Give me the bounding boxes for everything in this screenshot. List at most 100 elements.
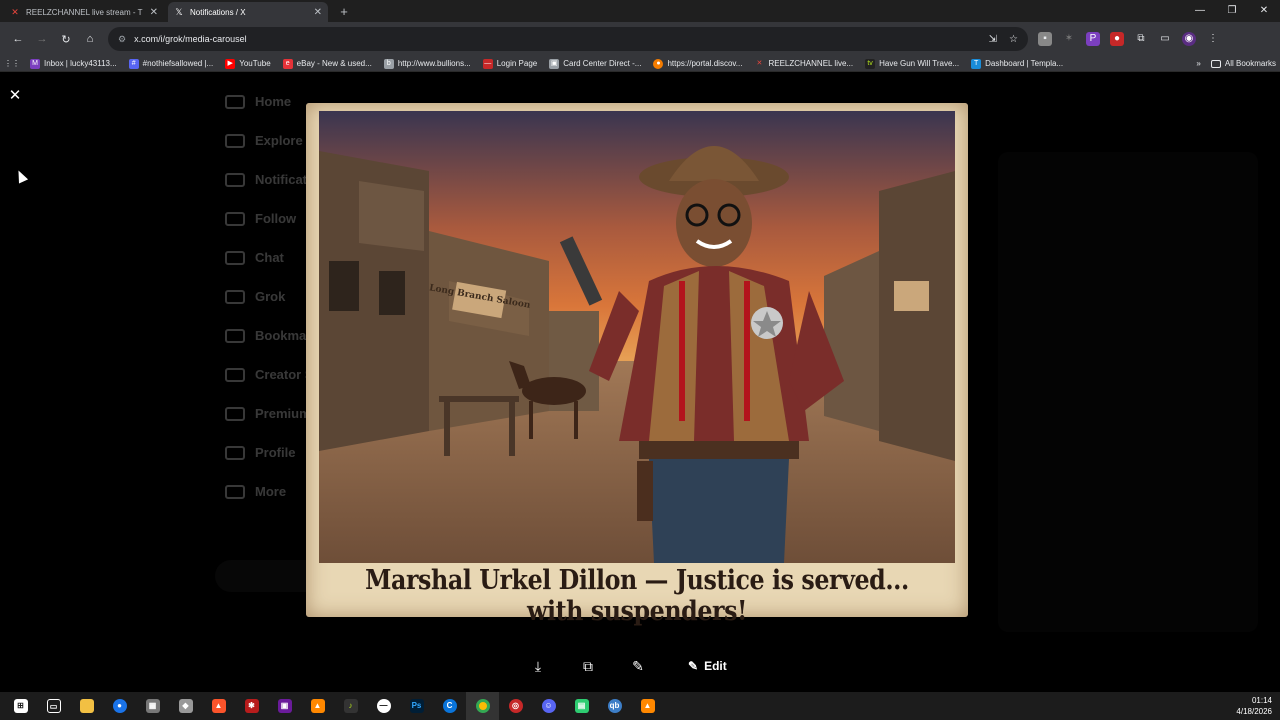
- app-icon[interactable]: ●: [103, 692, 136, 720]
- back-icon[interactable]: ←: [6, 33, 30, 45]
- folder-icon: [1210, 59, 1221, 68]
- bookmark-item[interactable]: e eBay - New & used...: [282, 58, 372, 69]
- vlc-icon[interactable]: ▲: [301, 692, 334, 720]
- bookmark-item[interactable]: — Login Page: [482, 58, 537, 69]
- discover-icon: ●: [653, 58, 664, 69]
- browser-toolbar: ← → ↻ ⌂ ⚙ x.com/i/grok/media-carousel ⇲ …: [0, 22, 1280, 56]
- tv-icon: tv: [865, 58, 876, 69]
- address-text: x.com/i/grok/media-carousel: [134, 34, 247, 44]
- page-viewport: Home Explore Notifications Follow Chat G…: [0, 72, 1280, 692]
- bookmark-label: #nothiefsallowed |...: [142, 59, 214, 68]
- brave-icon[interactable]: ▲: [202, 692, 235, 720]
- extension-icon[interactable]: P: [1086, 32, 1100, 46]
- app-icon[interactable]: ▤: [565, 692, 598, 720]
- bookmark-item[interactable]: b http://www.bullions...: [383, 58, 471, 69]
- home-icon[interactable]: ⌂: [78, 33, 102, 45]
- extension-icon[interactable]: ●: [1110, 32, 1124, 46]
- x-logo-icon: [225, 406, 245, 421]
- file-explorer-icon[interactable]: [70, 692, 103, 720]
- apps-grid-icon[interactable]: ⋮⋮: [4, 59, 20, 68]
- app-icon[interactable]: —: [367, 692, 400, 720]
- bookmark-label: All Bookmarks: [1224, 59, 1276, 68]
- reelz-icon: ✕: [756, 59, 763, 67]
- x-logo-icon: 𝕏: [175, 7, 183, 17]
- app-icon[interactable]: ◎: [499, 692, 532, 720]
- edit-button[interactable]: ✎ Edit: [688, 659, 727, 673]
- tab-notifications[interactable]: 𝕏 Notifications / X ✕: [168, 2, 328, 22]
- photoshop-icon[interactable]: Ps: [400, 692, 433, 720]
- maximize-icon[interactable]: ❐: [1216, 0, 1248, 22]
- gmail-icon: M: [30, 58, 40, 69]
- forward-icon[interactable]: →: [30, 33, 54, 45]
- shield-icon[interactable]: ◆: [169, 692, 202, 720]
- bookmark-label: https://portal.discov...: [667, 59, 743, 68]
- bookmark-item[interactable]: ● https://portal.discov...: [653, 58, 743, 69]
- extension-icon[interactable]: ✶: [1062, 32, 1076, 46]
- chrome-icon[interactable]: [466, 692, 499, 720]
- all-bookmarks[interactable]: All Bookmarks: [1210, 59, 1276, 68]
- copy-image-icon[interactable]: ⧉: [578, 656, 598, 676]
- creator-icon: [225, 367, 245, 382]
- magic-edit-icon[interactable]: ✎: [628, 656, 648, 676]
- cowboy-scene-illustration: Long Branch Saloon: [319, 111, 955, 563]
- app-icon[interactable]: ✱: [235, 692, 268, 720]
- app-icon[interactable]: C: [433, 692, 466, 720]
- login-icon: —: [482, 58, 493, 69]
- minimize-icon[interactable]: —: [1184, 0, 1216, 22]
- bookmark-label: REELZCHANNEL live...: [768, 59, 854, 68]
- reload-icon[interactable]: ↻: [54, 33, 78, 46]
- profile-avatar-icon[interactable]: ◉: [1182, 32, 1196, 46]
- app-icon[interactable]: ♪: [334, 692, 367, 720]
- system-clock[interactable]: 01:14 4/18/2026: [1236, 695, 1272, 717]
- clock-time: 01:14: [1251, 696, 1272, 705]
- bookmark-item[interactable]: tv Have Gun Will Trave...: [865, 58, 960, 69]
- install-app-icon[interactable]: ⇲: [989, 34, 997, 45]
- vlc-icon[interactable]: ▲: [631, 692, 664, 720]
- extension-icon[interactable]: ▪: [1038, 32, 1052, 46]
- chevron-right-icon[interactable]: »: [1196, 59, 1200, 68]
- background-grok-panel: [998, 152, 1258, 632]
- windows-start-icon[interactable]: ⊞: [4, 692, 37, 720]
- side-panel-icon[interactable]: ▭: [1158, 32, 1172, 46]
- extensions-area: ▪ ✶ P ● ⧉ ▭ ◉ ⋮: [1038, 32, 1220, 46]
- menu-kebab-icon[interactable]: ⋮: [1206, 32, 1220, 46]
- tab-title: REELZCHANNEL live stream - T: [26, 7, 143, 17]
- bookmark-item[interactable]: ✕ REELZCHANNEL live...: [754, 59, 854, 69]
- chat-icon: [225, 250, 245, 265]
- task-view-icon[interactable]: ▭: [37, 692, 70, 720]
- new-tab-button[interactable]: +: [334, 2, 354, 22]
- bookmark-item[interactable]: ▶ YouTube: [225, 58, 271, 69]
- pencil-icon: ✎: [688, 659, 699, 673]
- extensions-puzzle-icon[interactable]: ⧉: [1134, 32, 1148, 46]
- discord-icon[interactable]: ☺: [532, 692, 565, 720]
- bookmark-item[interactable]: # #nothiefsallowed |...: [128, 58, 214, 69]
- generated-image-photo: Long Branch Saloon: [319, 111, 955, 563]
- bookmarks-bar: ⋮⋮ M Inbox | lucky43113... # #nothiefsallo…: [0, 56, 1280, 72]
- qbittorrent-icon[interactable]: qb: [598, 692, 631, 720]
- search-icon: [225, 133, 245, 148]
- app-icon[interactable]: ▣: [268, 692, 301, 720]
- tab-reelzchannel[interactable]: ✕ REELZCHANNEL live stream - T ✕: [4, 2, 164, 22]
- bookmark-item[interactable]: T Dashboard | Templa...: [971, 58, 1063, 69]
- calculator-icon[interactable]: ▦: [136, 692, 169, 720]
- clock-date: 4/18/2026: [1236, 707, 1272, 716]
- more-icon: [225, 484, 245, 499]
- bookmark-label: Have Gun Will Trave...: [879, 59, 960, 68]
- card-icon: ▣: [549, 58, 560, 69]
- download-icon[interactable]: ⤓: [528, 656, 548, 676]
- bookmark-star-icon[interactable]: ☆: [1009, 34, 1018, 45]
- bookmark-label: YouTube: [239, 59, 271, 68]
- close-tab-icon[interactable]: ✕: [150, 7, 158, 18]
- address-bar[interactable]: ⚙ x.com/i/grok/media-carousel ⇲ ☆: [108, 27, 1028, 51]
- close-icon[interactable]: ✕: [8, 88, 22, 103]
- close-tab-icon[interactable]: ✕: [314, 7, 322, 18]
- tab-title: Notifications / X: [190, 7, 246, 17]
- bookmark-label: Inbox | lucky43113...: [44, 59, 117, 68]
- site-info-icon[interactable]: ⚙: [118, 34, 126, 45]
- reelz-icon: ✕: [11, 7, 19, 17]
- bookmark-item[interactable]: M Inbox | lucky43113...: [30, 58, 117, 69]
- youtube-icon: ▶: [225, 58, 236, 69]
- bookmark-item[interactable]: ▣ Card Center Direct -...: [549, 58, 641, 69]
- tab-strip: ✕ REELZCHANNEL live stream - T ✕ 𝕏 Notif…: [0, 0, 1280, 22]
- close-window-icon[interactable]: ✕: [1248, 0, 1280, 22]
